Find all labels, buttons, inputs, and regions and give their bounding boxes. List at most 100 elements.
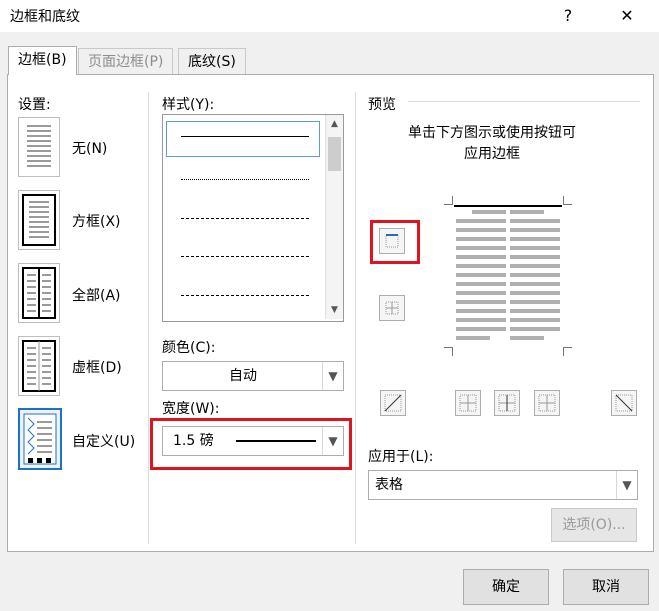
setting-none-label[interactable]: 无(N) (72, 138, 107, 158)
preview-text-bar (456, 300, 506, 304)
tab-borders[interactable]: 边框(B) (8, 46, 77, 75)
scroll-up-icon[interactable]: ▲ (326, 119, 343, 129)
preview-text-bar (510, 327, 560, 331)
width-heading: 宽度(W): (162, 401, 220, 417)
separator-left (148, 92, 149, 544)
preview-heading: 预览 (368, 97, 396, 113)
bottom-border-button-icon[interactable] (379, 295, 405, 321)
preview-text-bar (510, 255, 560, 259)
dialog-title: 边框和底纹 (10, 9, 80, 25)
preview-text-bar (456, 291, 506, 295)
apply-to-heading: 应用于(L): (368, 449, 434, 465)
preview-text-bar (510, 264, 560, 268)
preview-hint-line1: 单击下方图示或使用按钮可 (408, 125, 576, 141)
color-value: 自动 (229, 368, 257, 384)
top-border-button-icon[interactable] (379, 228, 405, 254)
preview-text-bar (456, 309, 506, 313)
style-dash-dot-line[interactable] (181, 295, 309, 296)
corner-mark (444, 196, 453, 205)
scroll-down-icon[interactable]: ▼ (326, 305, 343, 315)
grid-preview-icon (22, 340, 56, 392)
setting-custom-icon[interactable] (18, 408, 62, 470)
style-listbox[interactable]: ▲ ▼ (162, 114, 344, 322)
preview-text-bar (456, 327, 506, 331)
preview-text-bar (456, 228, 506, 232)
options-button: 选项(O)... (551, 508, 637, 542)
preview-text-bar (510, 237, 560, 241)
preview-text-bar (510, 291, 560, 295)
preview-text-bar (472, 210, 506, 214)
style-selected-outline (166, 121, 320, 157)
preview-text-bar (456, 264, 506, 268)
setting-custom-label[interactable]: 自定义(U) (72, 431, 135, 451)
chevron-down-icon[interactable]: ▼ (322, 427, 343, 455)
style-scrollbar[interactable]: ▲ ▼ (325, 115, 343, 319)
setting-box-icon[interactable] (18, 190, 60, 250)
setting-all-icon[interactable] (18, 263, 60, 323)
corner-mark (563, 196, 572, 205)
apply-to-select[interactable]: 表格 ▼ (368, 470, 638, 500)
inside-vertical-button-icon[interactable] (494, 390, 520, 416)
tab-page-borders: 页面边框(P) (78, 48, 174, 75)
help-button[interactable]: ? (545, 2, 591, 30)
preview-diagram[interactable] (444, 196, 572, 356)
preview-text-bar (510, 336, 544, 340)
preview-top-border (454, 205, 562, 207)
preview-text-bar (510, 219, 560, 223)
preview-text-bar (510, 273, 560, 277)
none-preview-icon (27, 125, 51, 167)
setting-grid-label[interactable]: 虚框(D) (72, 357, 122, 377)
preview-text-bar (510, 309, 560, 313)
preview-text-bar (456, 255, 506, 259)
width-select[interactable]: 1.5 磅 ▼ (162, 426, 344, 456)
custom-preview-icon (23, 413, 57, 465)
preview-text-bar (456, 246, 506, 250)
width-value: 1.5 磅 (173, 433, 214, 449)
style-heading: 样式(Y): (162, 97, 215, 113)
diagonal-up-button-icon[interactable] (380, 390, 406, 416)
style-dotted-line[interactable] (181, 179, 309, 180)
style-small-dash-line[interactable] (181, 218, 309, 219)
chevron-down-icon[interactable]: ▼ (616, 471, 637, 499)
preview-text-bar (456, 219, 506, 223)
ok-button[interactable]: 确定 (463, 569, 549, 605)
settings-heading: 设置: (18, 97, 51, 113)
preview-text-bar (456, 336, 490, 340)
diagonal-down-button-icon[interactable] (611, 390, 637, 416)
setting-none-icon[interactable] (18, 117, 60, 177)
setting-box-label[interactable]: 方框(X) (72, 211, 121, 231)
style-solid-line[interactable] (181, 136, 309, 137)
scroll-thumb[interactable] (328, 137, 341, 171)
all-preview-icon (22, 267, 56, 319)
preview-text-bar (510, 228, 560, 232)
preview-text-bar (510, 282, 560, 286)
preview-text-bar (456, 282, 506, 286)
preview-rule (408, 101, 640, 102)
box-preview-icon (22, 194, 56, 246)
color-select[interactable]: 自动 ▼ (162, 361, 344, 391)
tab-shading[interactable]: 底纹(S) (178, 48, 246, 75)
preview-text-bar (456, 237, 506, 241)
cancel-button[interactable]: 取消 (563, 569, 649, 605)
chevron-down-icon[interactable]: ▼ (322, 362, 343, 390)
separator-right (355, 92, 356, 544)
color-heading: 颜色(C): (162, 340, 216, 356)
style-dash-line[interactable] (181, 256, 309, 257)
tab-shading-label: 底纹(S) (188, 54, 236, 70)
setting-all-label[interactable]: 全部(A) (72, 285, 121, 305)
preview-text-bar (510, 318, 560, 322)
right-border-button-icon[interactable] (534, 390, 560, 416)
width-line-sample (236, 440, 316, 442)
preview-text-bar (510, 246, 560, 250)
preview-text-bar (456, 318, 506, 322)
corner-mark (444, 347, 453, 356)
left-border-button-icon[interactable] (455, 390, 481, 416)
setting-grid-icon[interactable] (18, 336, 60, 396)
preview-text-bar (456, 273, 506, 277)
preview-text-bar (510, 300, 560, 304)
close-button[interactable]: ✕ (604, 2, 650, 30)
preview-hint: 单击下方图示或使用按钮可 应用边框 (372, 123, 612, 165)
tab-borders-label: 边框(B) (18, 52, 67, 68)
preview-hint-line2: 应用边框 (464, 146, 520, 162)
corner-mark (563, 347, 572, 356)
